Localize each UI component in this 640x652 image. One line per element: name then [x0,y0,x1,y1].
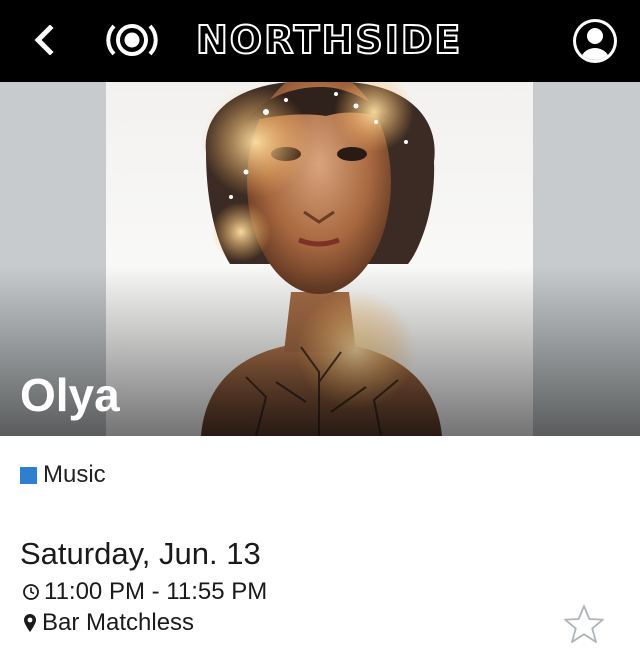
event-hero: Olya [0,82,640,436]
brand-wordmark: NORTHSIDE [195,17,463,63]
event-date: Saturday, Jun. 13 [20,536,261,571]
map-pin-icon [22,613,38,633]
profile-button[interactable] [569,15,621,67]
event-time: 11:00 PM - 11:55 PM [44,578,268,605]
clock-icon [22,583,40,601]
chevron-left-icon [34,25,54,55]
event-venue[interactable]: Bar Matchless [42,609,194,637]
back-button[interactable] [22,18,66,62]
star-outline-icon [564,605,604,643]
event-title: Olya [20,369,120,421]
event-category: Music [20,458,106,492]
event-time-row: 11:00 PM - 11:55 PM [22,576,267,608]
favorite-button[interactable] [562,603,606,643]
top-bar: NORTHSIDE [0,0,640,82]
event-venue-row: Bar Matchless [22,607,194,639]
broadcast-target-icon [106,24,158,56]
category-label: Music [43,461,106,488]
user-circle-icon [573,19,617,63]
category-color-swatch [20,466,37,484]
